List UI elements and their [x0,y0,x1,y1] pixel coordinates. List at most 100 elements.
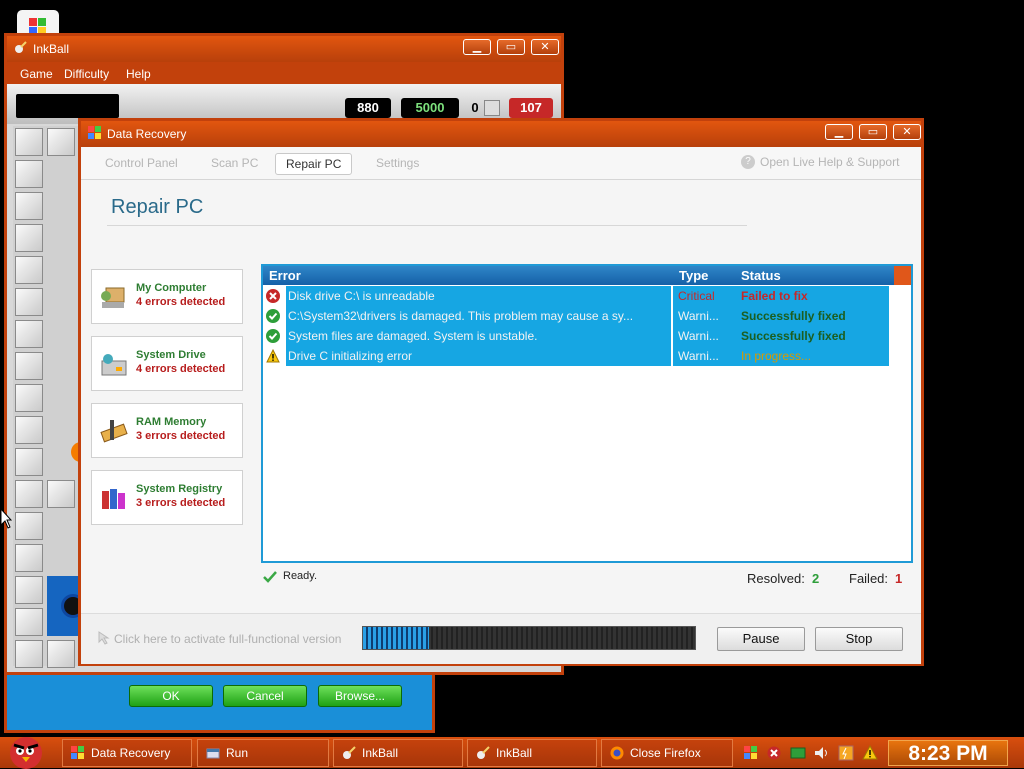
progress-fill [363,627,430,649]
wall-tile [15,160,43,188]
system-tray [738,739,886,767]
wall-tile [47,480,75,508]
taskbar-item-run[interactable]: Run [197,739,329,767]
taskbar-item-inkball-1[interactable]: InkBall [333,739,463,767]
inkball-app-icon [477,746,490,759]
activate-link[interactable]: Click here to activate full-functional v… [114,632,341,646]
card-ram-memory[interactable]: RAM Memory 3 errors detected [91,403,243,458]
card-name: My Computer [136,282,207,294]
data-recovery-titlebar[interactable]: Data Recovery ▁ ▭ ✕ [81,121,921,147]
tab-repair-pc[interactable]: Repair PC [275,153,353,175]
stop-button[interactable]: Stop [815,627,903,651]
tab-scan-pc[interactable]: Scan PC [201,153,268,173]
taskbar-label: InkBall [496,746,533,760]
start-button-icon[interactable] [2,731,52,769]
firefox-icon [610,746,624,760]
title-divider [107,225,747,226]
table-row[interactable]: System files are damaged. System is unst… [263,326,911,346]
menu-help[interactable]: Help [126,67,151,81]
wall-tile [15,416,43,444]
browse-button[interactable]: Browse... [318,685,402,707]
ball-indicator-icon [484,100,500,116]
failed-label: Failed: [849,571,889,586]
run-dialog-panel: OK Cancel Browse... [4,675,435,733]
wall-tile [15,384,43,412]
network-icon[interactable] [790,746,806,760]
help-icon: ? [741,155,755,169]
card-errors: 4 errors detected [136,363,226,375]
wall-tile [15,480,43,508]
card-system-drive[interactable]: System Drive 4 errors detected [91,336,243,391]
data-recovery-title: Data Recovery [107,127,187,141]
cancel-button[interactable]: Cancel [223,685,307,707]
footer-bar: Click here to activate full-functional v… [81,613,921,664]
close-button[interactable]: ✕ [893,124,921,140]
ram-icon [100,420,128,443]
wall-tile [15,512,43,540]
registry-icon [102,489,125,509]
balls-count: 0 [471,100,479,115]
ok-button[interactable]: OK [129,685,213,707]
inkball-menubar: Game Difficulty Help [7,62,561,84]
score-display: 880 [345,98,391,118]
wall-tile [15,544,43,572]
maximize-button[interactable]: ▭ [859,124,887,140]
row-type: Warni... [673,306,736,326]
check-icon [266,309,280,323]
col-status[interactable]: Status [741,268,781,283]
card-name: RAM Memory [136,416,207,428]
card-errors: 4 errors detected [136,296,226,308]
minimize-button[interactable]: ▁ [825,124,853,140]
table-row[interactable]: Disk drive C:\ is unreadable Critical Fa… [263,286,911,306]
wall-tile [47,640,75,668]
power-icon[interactable] [838,745,854,761]
warning-tray-icon[interactable] [862,745,878,760]
inkball-titlebar[interactable]: InkBall ▁ ▭ ✕ [7,36,561,62]
wall-tile [15,320,43,348]
windows-flag-tray-icon[interactable] [744,746,758,760]
live-help-link[interactable]: Open Live Help & Support [760,155,899,169]
player-name-box [16,94,119,118]
row-type: Warni... [673,326,736,346]
taskbar-label: InkBall [362,746,399,760]
taskbar-item-close-firefox[interactable]: Close Firefox [601,739,733,767]
pause-button[interactable]: Pause [717,627,805,651]
col-error[interactable]: Error [269,268,301,283]
row-status: In progress... [736,346,889,366]
failed-count: 1 [895,571,903,586]
run-icon [206,748,220,759]
row-error: Disk drive C:\ is unreadable [286,286,671,306]
volume-icon[interactable] [814,746,830,760]
taskbar-item-data-recovery[interactable]: Data Recovery [62,739,192,767]
menu-game[interactable]: Game [20,67,53,81]
ready-check-icon [263,571,277,583]
mouse-cursor-icon [0,508,12,529]
taskbar-label: Close Firefox [630,746,701,760]
progress-bar [362,626,696,650]
taskbar-clock[interactable]: 8:23 PM [888,740,1008,766]
col-type[interactable]: Type [679,268,708,283]
row-type: Critical [673,286,736,306]
card-my-computer[interactable]: My Computer 4 errors detected [91,269,243,324]
wall-tile [15,352,43,380]
cursor-hand-icon [98,631,110,645]
wall-tile [15,448,43,476]
card-system-registry[interactable]: System Registry 3 errors detected [91,470,243,525]
maximize-button[interactable]: ▭ [497,39,525,55]
inkball-title: InkBall [33,42,70,56]
resolved-count: 2 [812,571,820,586]
menu-difficulty[interactable]: Difficulty [64,67,109,81]
wall-tile [15,576,43,604]
close-button[interactable]: ✕ [531,39,559,55]
taskbar-item-inkball-2[interactable]: InkBall [467,739,597,767]
game-board[interactable] [13,126,85,668]
data-recovery-window: Data Recovery ▁ ▭ ✕ Control Panel Scan P… [78,118,924,666]
tab-settings[interactable]: Settings [366,153,429,173]
minimize-button[interactable]: ▁ [463,39,491,55]
card-errors: 3 errors detected [136,497,226,509]
table-row[interactable]: C:\System32\drivers is damaged. This pro… [263,306,911,326]
taskbar: Data Recovery Run InkBall InkBall Close … [0,737,1024,769]
security-alert-icon[interactable] [767,746,781,760]
tab-control-panel[interactable]: Control Panel [95,153,188,173]
table-row[interactable]: Drive C initializing error Warni... In p… [263,346,911,366]
